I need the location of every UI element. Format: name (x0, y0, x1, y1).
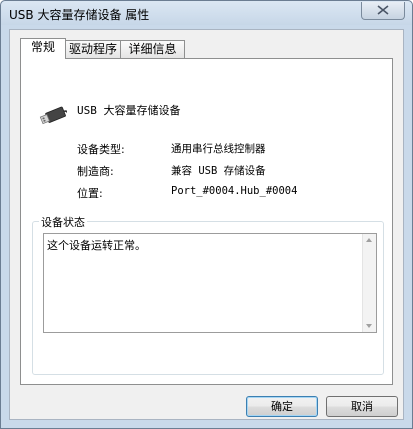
device-name: USB 大容量存储设备 (77, 104, 181, 117)
window-title: USB 大容量存储设备 属性 (9, 8, 150, 22)
close-button[interactable] (361, 2, 405, 20)
close-icon (377, 5, 389, 15)
scroll-up-arrow-icon[interactable] (366, 238, 372, 242)
general-tab-panel: USB 大容量存储设备 设备类型: 通用串行总线控制器 制造商: 兼容 USB … (20, 58, 393, 385)
device-type-value: 通用串行总线控制器 (171, 143, 266, 155)
ok-button[interactable]: 确定 (246, 396, 318, 417)
device-status-textbox[interactable]: 这个设备运转正常。 (43, 233, 377, 333)
manufacturer-label: 制造商: (77, 165, 114, 178)
usb-connector-icon (39, 106, 67, 125)
ok-button-label: 确定 (271, 400, 293, 413)
cancel-button[interactable]: 取消 (326, 396, 398, 417)
cancel-button-label: 取消 (351, 400, 373, 413)
device-type-label: 设备类型: (77, 143, 125, 156)
dialog-client-area: 常规 驱动程序 详细信息 USB 大容量存储设备 设备类型: 通用串行总线控制器… (9, 29, 404, 420)
scroll-down-arrow-icon[interactable] (366, 324, 372, 328)
tab-details-label: 详细信息 (128, 42, 177, 56)
tab-driver[interactable]: 驱动程序 (65, 40, 121, 58)
tab-general[interactable]: 常规 (20, 38, 66, 59)
tab-driver-label: 驱动程序 (68, 42, 117, 56)
device-status-group: 设备状态 这个设备运转正常。 (32, 214, 384, 375)
properties-dialog: USB 大容量存储设备 属性 常规 驱动程序 详细信息 USB 大容量存储设备 … (0, 0, 413, 429)
manufacturer-value: 兼容 USB 存储设备 (171, 165, 266, 177)
status-scrollbar[interactable] (362, 234, 376, 332)
location-label: 位置: (77, 187, 103, 200)
location-value: Port_#0004.Hub_#0004 (171, 185, 298, 197)
device-status-text: 这个设备运转正常。 (47, 239, 146, 252)
device-status-title: 设备状态 (39, 214, 87, 230)
title-bar[interactable]: USB 大容量存储设备 属性 (1, 1, 412, 25)
tab-general-label: 常规 (30, 40, 55, 54)
tab-details[interactable]: 详细信息 (120, 40, 185, 58)
